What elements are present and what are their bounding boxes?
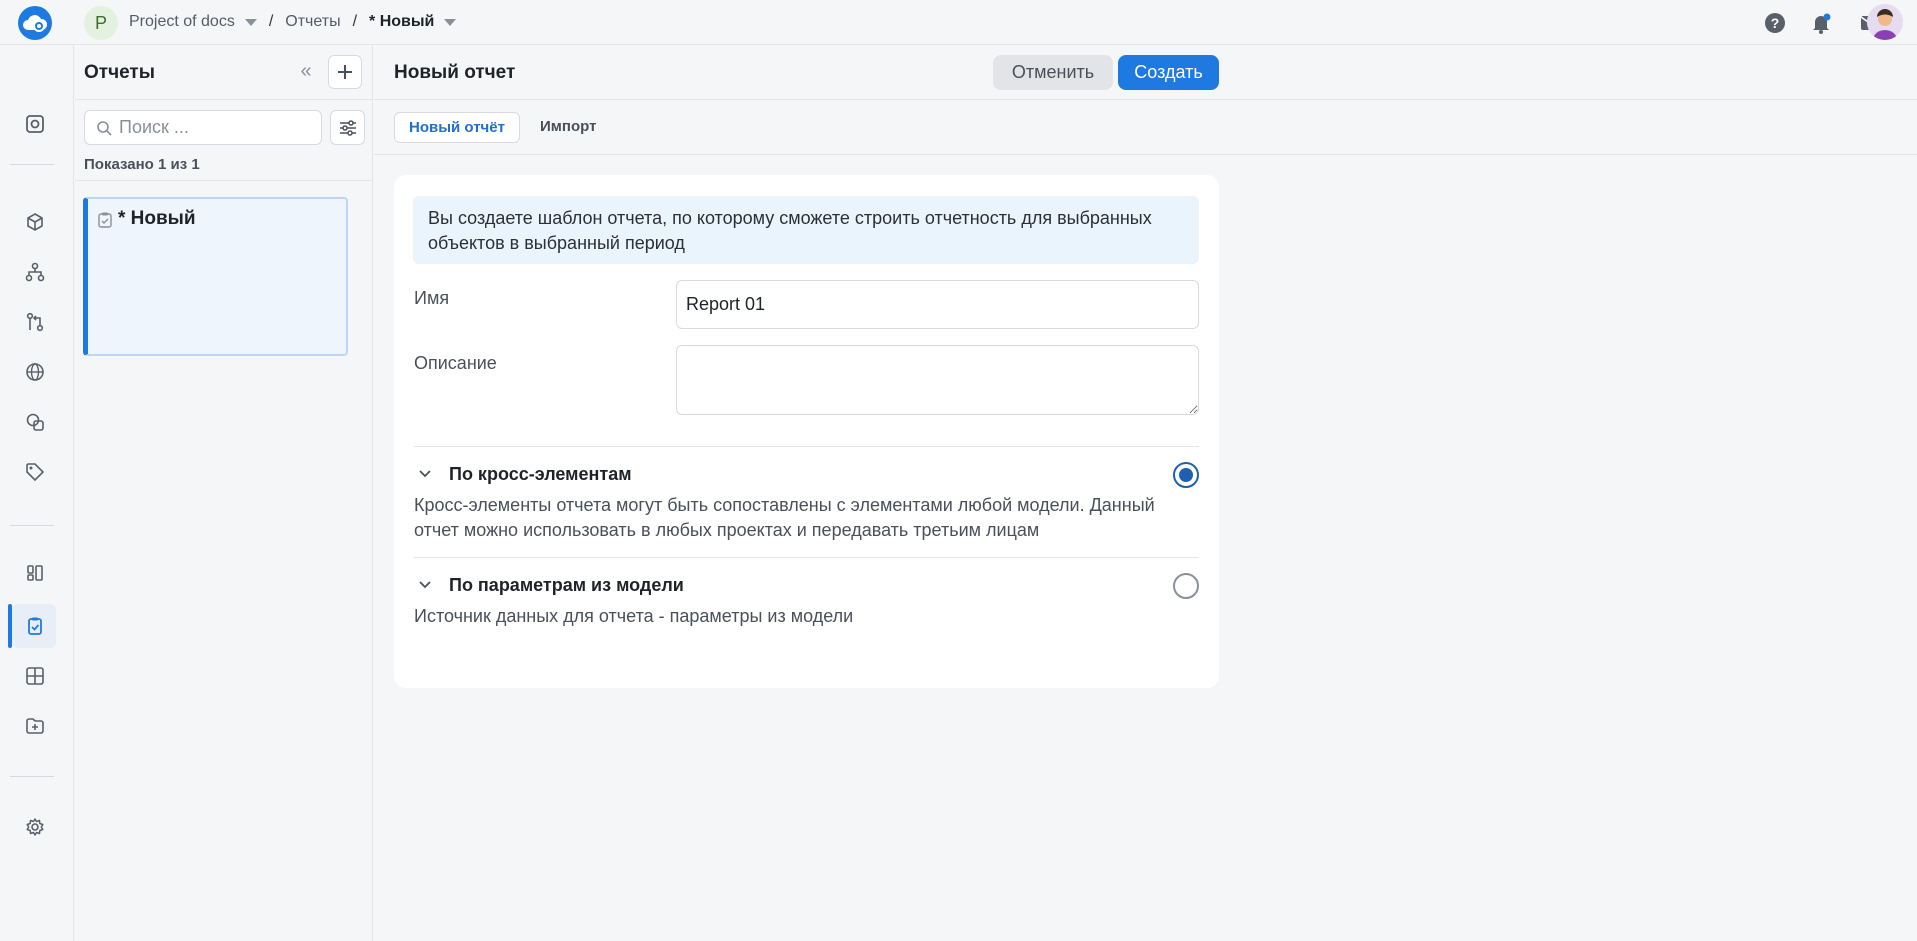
breadcrumb-project[interactable]: Project of docs bbox=[129, 13, 235, 31]
notification-bell-icon[interactable] bbox=[1809, 11, 1833, 35]
panel-title: Отчеты bbox=[84, 62, 155, 83]
filter-button[interactable] bbox=[330, 110, 365, 145]
search-icon bbox=[96, 120, 112, 141]
collapse-panel-icon[interactable]: « bbox=[295, 61, 317, 83]
section-divider bbox=[414, 446, 1199, 447]
report-form: Вы создаете шаблон отчета, по которому с… bbox=[394, 175, 1219, 688]
app-logo-icon[interactable] bbox=[18, 6, 52, 40]
dashboard-icon[interactable] bbox=[22, 560, 48, 586]
cancel-button[interactable]: Отменить bbox=[993, 55, 1113, 90]
reports-list-panel: Отчеты « Показано 1 из 1 * Новый bbox=[75, 45, 373, 941]
shapes-icon[interactable] bbox=[22, 409, 48, 435]
breadcrumb-current: * Новый bbox=[369, 13, 435, 30]
rail-divider bbox=[10, 164, 54, 165]
cube-icon[interactable] bbox=[22, 209, 48, 235]
rail-divider bbox=[10, 525, 54, 526]
info-banner: Вы создаете шаблон отчета, по которому с… bbox=[413, 196, 1199, 264]
create-button[interactable]: Создать bbox=[1118, 55, 1219, 90]
page-title: Новый отчет bbox=[394, 62, 516, 83]
shown-count: Показано 1 из 1 bbox=[84, 156, 200, 173]
viewer-icon[interactable] bbox=[22, 111, 48, 137]
chevron-down-icon[interactable] bbox=[444, 18, 457, 26]
section-divider bbox=[414, 557, 1199, 558]
search-box bbox=[84, 110, 322, 145]
folder-add-icon[interactable] bbox=[22, 713, 48, 739]
globe-icon[interactable] bbox=[22, 359, 48, 385]
top-bar: P Project of docs / Отчеты / * Новый ? bbox=[0, 0, 1917, 45]
option-cross-elements-radio[interactable] bbox=[1173, 462, 1199, 488]
plus-icon bbox=[338, 65, 352, 79]
rail-divider bbox=[10, 776, 54, 777]
tab-bar: Новый отчёт Импорт bbox=[374, 100, 1917, 155]
compare-icon[interactable] bbox=[22, 309, 48, 335]
search-input[interactable] bbox=[119, 117, 309, 138]
report-icon bbox=[98, 212, 112, 233]
description-textarea[interactable] bbox=[676, 345, 1199, 415]
panel-divider bbox=[75, 180, 373, 181]
main-header: Новый отчет Отменить Создать bbox=[374, 45, 1917, 100]
add-report-button[interactable] bbox=[328, 55, 362, 89]
top-icons: ? bbox=[1717, 0, 1917, 45]
rail-active-indicator bbox=[8, 604, 12, 648]
description-label: Описание bbox=[414, 353, 497, 373]
breadcrumb-section[interactable]: Отчеты bbox=[285, 13, 340, 31]
left-rail bbox=[0, 45, 74, 941]
option-cross-elements-title[interactable]: По кросс-элементам bbox=[449, 464, 632, 485]
breadcrumb: Project of docs / Отчеты / * Новый bbox=[129, 13, 457, 31]
breadcrumb-separator: / bbox=[352, 13, 358, 30]
user-avatar[interactable] bbox=[1867, 4, 1903, 40]
list-item[interactable]: * Новый bbox=[83, 197, 348, 356]
table-icon[interactable] bbox=[22, 663, 48, 689]
svg-text:?: ? bbox=[1771, 15, 1780, 31]
option-model-params-description: Источник данных для отчета - параметры и… bbox=[414, 606, 854, 626]
name-input[interactable] bbox=[676, 280, 1199, 329]
chevron-down-icon[interactable] bbox=[418, 467, 432, 481]
tab-new-report[interactable]: Новый отчёт bbox=[394, 112, 520, 143]
name-label: Имя bbox=[414, 288, 450, 308]
option-cross-elements-description: Кросс-элементы отчета могут быть сопоста… bbox=[414, 495, 1155, 540]
sliders-icon bbox=[339, 119, 356, 136]
help-icon[interactable]: ? bbox=[1763, 11, 1787, 35]
tag-icon[interactable] bbox=[22, 459, 48, 485]
list-item-title: * Новый bbox=[118, 208, 196, 229]
tab-import[interactable]: Импорт bbox=[526, 112, 610, 143]
option-model-params-title[interactable]: По параметрам из модели bbox=[449, 575, 684, 596]
chevron-down-icon[interactable] bbox=[244, 18, 257, 26]
option-model-params-radio[interactable] bbox=[1173, 573, 1199, 599]
reports-icon[interactable] bbox=[22, 613, 48, 639]
hierarchy-icon[interactable] bbox=[22, 259, 48, 285]
panel-divider bbox=[75, 99, 373, 100]
gear-icon[interactable] bbox=[22, 814, 48, 840]
breadcrumb-separator: / bbox=[268, 13, 274, 30]
project-avatar[interactable]: P bbox=[84, 6, 118, 40]
chevron-down-icon[interactable] bbox=[418, 578, 432, 592]
